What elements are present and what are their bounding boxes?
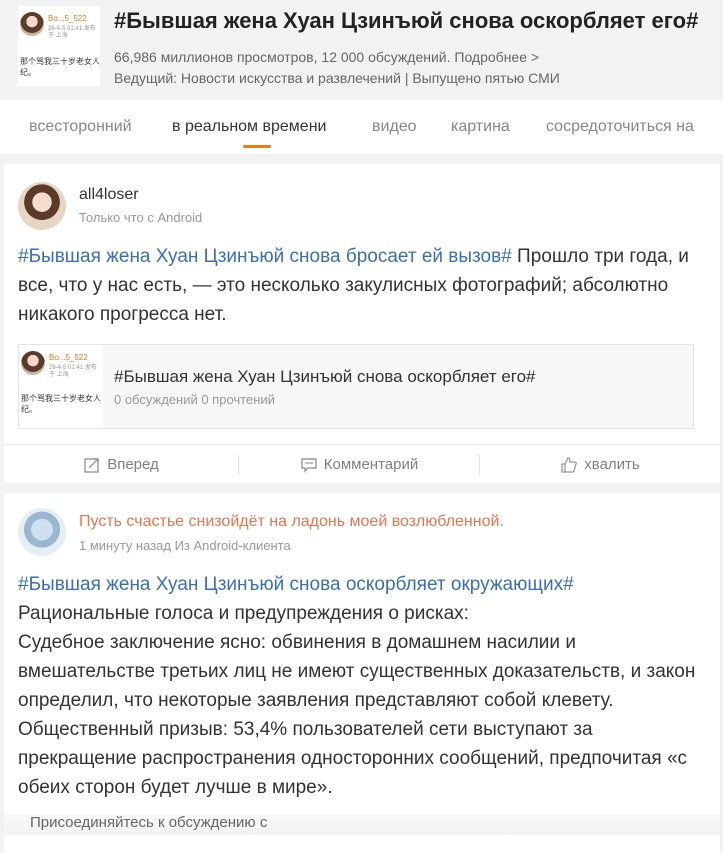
thumb-text: 那个骂我三十岁老女人纪。 <box>20 57 100 77</box>
join-discussion-bar[interactable]: Присоединяйтесь к обсуждению с <box>0 814 723 835</box>
forward-icon <box>84 457 99 473</box>
post-text-line: Судебное заключение ясно: обвинения в до… <box>18 632 696 711</box>
topic-title: #Бывшая жена Хуан Цзинъюй снова оскорбля… <box>114 8 699 33</box>
thumbs-up-icon <box>561 456 578 473</box>
post-body: #Бывшая жена Хуан Цзинъюй снова оскорбля… <box>18 570 698 802</box>
post-hashtag[interactable]: #Бывшая жена Хуан Цзинъюй снова оскорбля… <box>18 570 698 599</box>
post-author[interactable]: all4loser <box>79 186 139 204</box>
tab-comprehensive[interactable]: всесторонний <box>29 118 132 136</box>
embed-title: #Бывшая жена Хуан Цзинъюй снова оскорбля… <box>114 367 536 386</box>
tab-picture[interactable]: картина <box>451 118 510 136</box>
embed-thumb-meta: 26-4-5 01:41 发布于 上海 <box>49 365 97 378</box>
tab-video[interactable]: видео <box>372 118 417 136</box>
tab-bar: всесторонний в реальном времени видео ка… <box>0 100 723 154</box>
comment-label: Комментарий <box>323 456 419 473</box>
like-button[interactable]: хвалить <box>480 445 720 484</box>
post-meta: Только что с Android <box>79 210 203 225</box>
embed-thumbnail: Bo...5_522 26-4-5 01:41 发布于 上海 那个骂我三十岁老女… <box>19 345 103 428</box>
tab-realtime[interactable]: в реальном времени <box>172 118 326 136</box>
post-body: #Бывшая жена Хуан Цзинъюй снова бросает … <box>18 242 698 329</box>
post-actions: Вперед Комментарий хвалить <box>4 444 720 484</box>
avatar[interactable] <box>18 182 66 230</box>
post-card: Пусть счастье снизойдёт на ладонь моей в… <box>4 493 720 853</box>
thumb-username: Bo...5_522 <box>48 14 87 23</box>
tab-focus[interactable]: сосредоточиться на <box>546 118 694 136</box>
topic-host: Ведущий: Новости искусства и развлечений… <box>114 70 560 86</box>
thumb-avatar <box>20 12 44 36</box>
topic-header: Bo...5_522 26-4-5 01:41 发布于 上海 那个骂我三十岁老女… <box>0 0 723 100</box>
post-author[interactable]: Пусть счастье снизойдёт на ладонь моей в… <box>79 513 504 531</box>
embed-thumb-username: Bo...5_522 <box>49 353 88 362</box>
post-text-line: Рациональные голоса и предупреждения о р… <box>18 603 469 624</box>
embed-stats: 0 обсуждений 0 прочтений <box>114 392 275 407</box>
comment-button[interactable]: Комментарий <box>239 445 479 484</box>
active-tab-indicator <box>243 145 271 148</box>
topic-thumbnail[interactable]: Bo...5_522 26-4-5 01:41 发布于 上海 那个骂我三十岁老女… <box>18 6 100 86</box>
like-label: хвалить <box>584 456 640 473</box>
embed-thumb-avatar <box>21 351 45 375</box>
post-hashtag[interactable]: #Бывшая жена Хуан Цзинъюй снова бросает … <box>18 246 512 267</box>
embed-thumb-text: 那个骂我三十岁老女人纪。 <box>21 394 101 414</box>
thumb-meta: 26-4-5 01:41 发布于 上海 <box>48 26 96 39</box>
post-text-line: Общественный призыв: 53,4% пользователей… <box>18 719 688 798</box>
embedded-topic[interactable]: Bo...5_522 26-4-5 01:41 发布于 上海 那个骂我三十岁老女… <box>18 344 694 429</box>
forward-label: Вперед <box>107 456 159 473</box>
comment-icon <box>301 457 317 473</box>
forward-button[interactable]: Вперед <box>4 445 238 484</box>
avatar[interactable] <box>18 508 66 556</box>
topic-stats[interactable]: 66,986 миллионов просмотров, 12 000 обсу… <box>114 49 539 65</box>
post-meta: 1 минуту назад Из Android-клиента <box>79 538 291 553</box>
post-card: all4loser Только что с Android #Бывшая ж… <box>4 164 720 483</box>
